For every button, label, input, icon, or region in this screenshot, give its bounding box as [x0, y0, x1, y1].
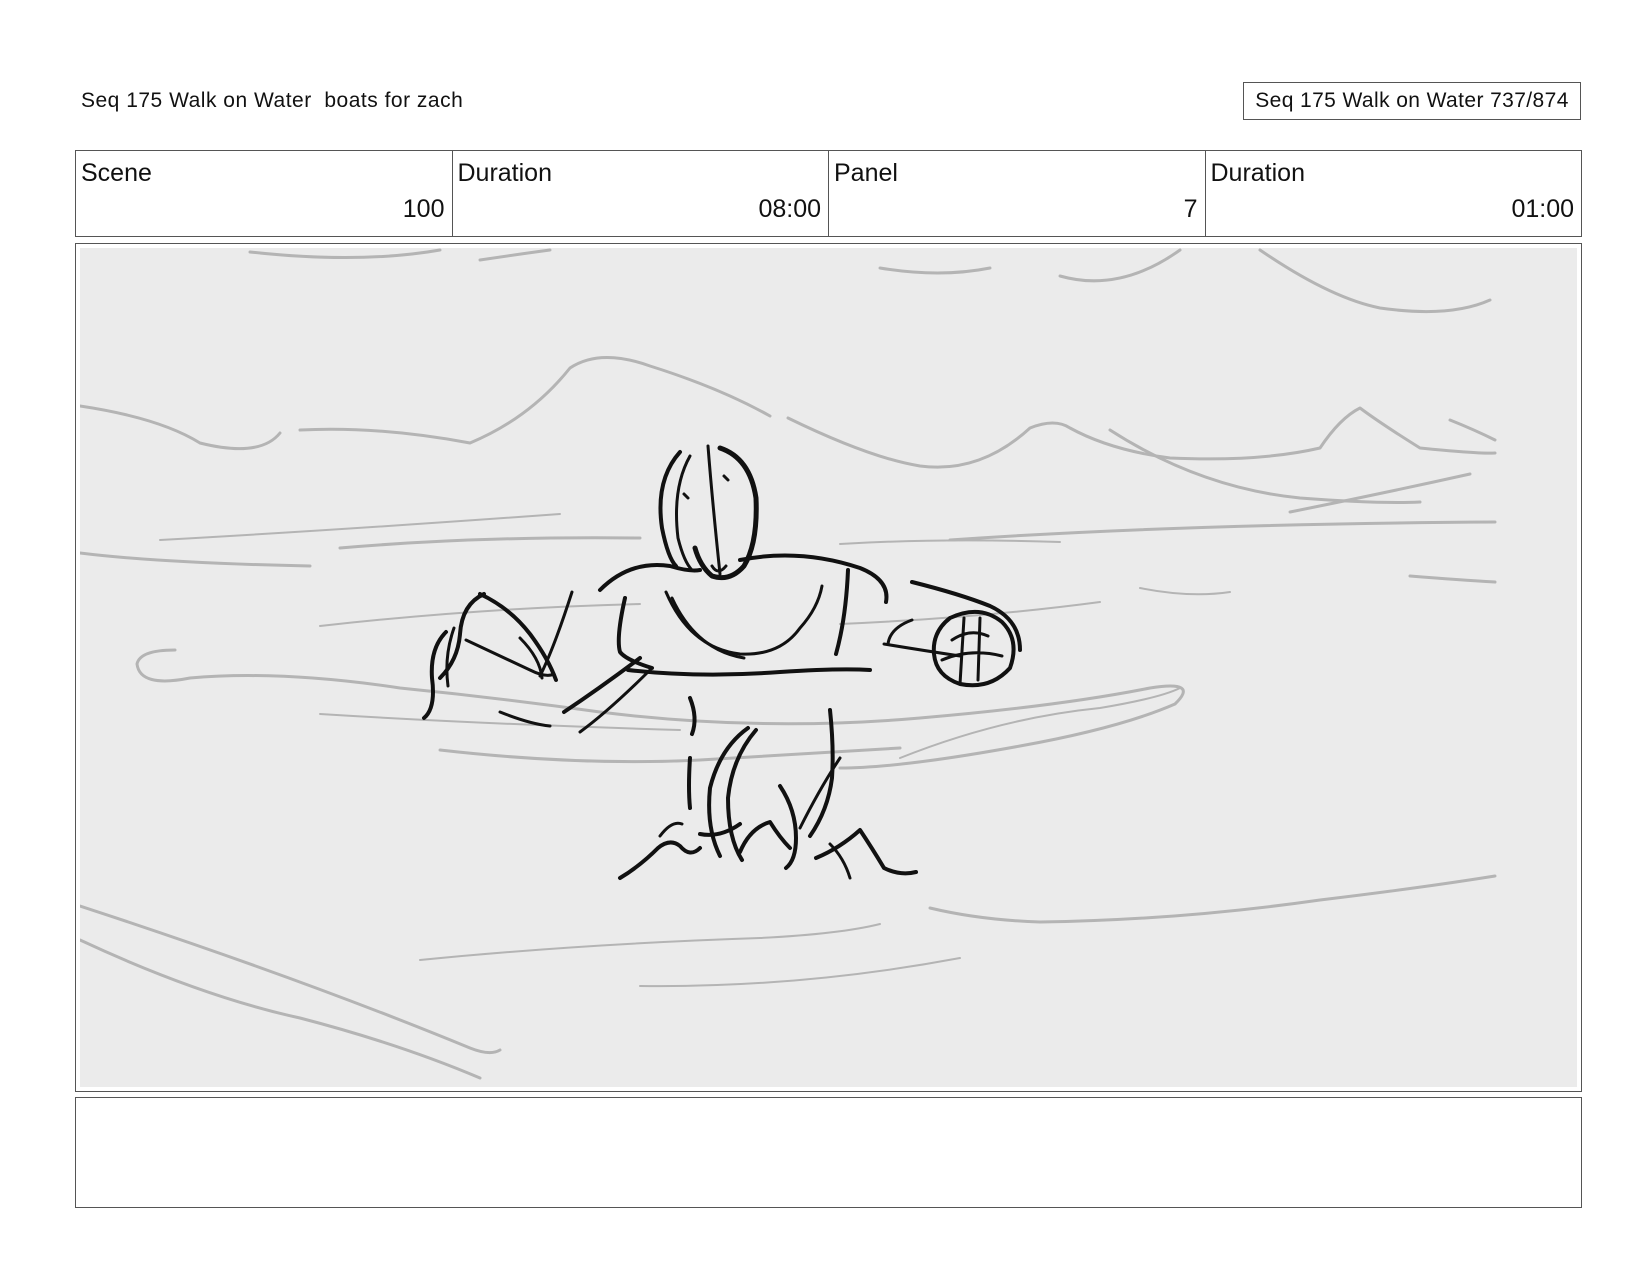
- scene-info-table: Scene 100 Duration 08:00 Panel 7 Duratio…: [75, 150, 1582, 237]
- panel-duration-value: 01:00: [1511, 195, 1574, 223]
- scene-label: Scene: [81, 159, 152, 187]
- sequence-title: Seq 175 Walk on Water boats for zach: [81, 89, 464, 112]
- page-counter-text: Seq 175 Walk on Water 737/874: [1255, 89, 1569, 112]
- scene-cell: Scene 100: [76, 151, 453, 236]
- panel-notes: [75, 1097, 1582, 1208]
- scene-number: 100: [402, 195, 445, 223]
- panel-cell: Panel 7: [829, 151, 1206, 236]
- scene-duration-value: 08:00: [758, 195, 821, 223]
- panel-sketch: [80, 248, 1577, 1087]
- page-counter: Seq 175 Walk on Water 737/874: [1243, 82, 1581, 120]
- panel-duration-label: Duration: [1210, 159, 1306, 187]
- panel-background: [80, 248, 1577, 1087]
- scene-duration-cell: Duration 08:00: [453, 151, 829, 236]
- panel-duration-cell: Duration 01:00: [1206, 151, 1582, 236]
- panel-label: Panel: [834, 159, 898, 187]
- storyboard-panel: [75, 243, 1582, 1092]
- panel-number: 7: [1183, 195, 1198, 223]
- scene-duration-label: Duration: [457, 159, 553, 187]
